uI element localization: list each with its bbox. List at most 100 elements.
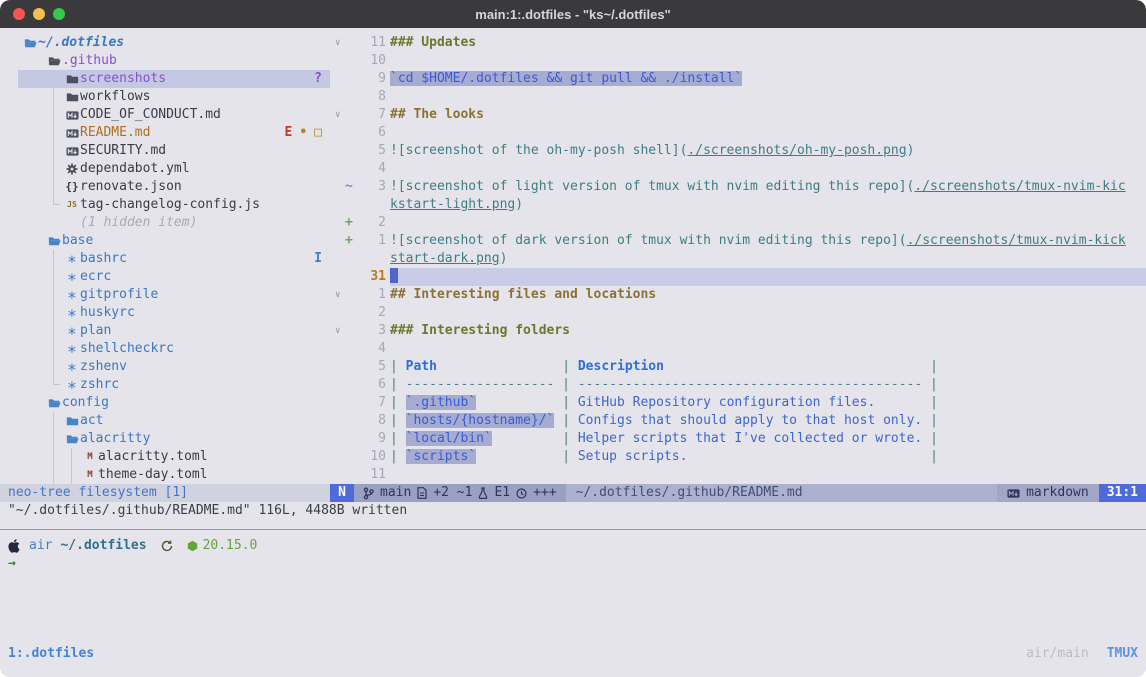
editor-line[interactable]: ∨7## The looks bbox=[330, 106, 1146, 124]
tree-item-plan[interactable]: *plan bbox=[0, 322, 330, 340]
syntax-segment: Configs that should apply to that host o… bbox=[578, 413, 922, 428]
markdown-link[interactable]: ./screenshots/tmux-nvim-kic bbox=[914, 179, 1125, 194]
tree-item-workflows[interactable]: workflows bbox=[0, 88, 330, 106]
tree-item-code-of-conduct.md[interactable]: CODE_OF_CONDUCT.md bbox=[0, 106, 330, 124]
editor-line[interactable]: ~3![screenshot of light version of tmux … bbox=[330, 178, 1146, 196]
editor-line[interactable]: 6 bbox=[330, 124, 1146, 142]
syntax-segment: Helper scripts that I've collected or wr… bbox=[578, 431, 922, 446]
tree-item-theme-day.toml[interactable]: Mtheme-day.toml bbox=[0, 466, 330, 484]
git-diff-counts: +2 ~1 bbox=[433, 484, 472, 502]
editor-line[interactable]: 7| `.github` | GitHub Repository configu… bbox=[330, 394, 1146, 412]
tree-item-.github[interactable]: .github bbox=[0, 52, 330, 70]
minimize-button[interactable] bbox=[33, 8, 45, 20]
tree-item-dependabot.yml[interactable]: dependabot.yml bbox=[0, 160, 330, 178]
cursor-position: 31:1 bbox=[1099, 484, 1146, 502]
tree-item-label: act bbox=[80, 412, 103, 430]
tree-item-act[interactable]: act bbox=[0, 412, 330, 430]
indent-guide bbox=[53, 412, 54, 484]
line-number: 7 bbox=[348, 106, 386, 124]
tree-item-screenshots[interactable]: screenshots? bbox=[0, 70, 330, 88]
tree-item-label: ecrc bbox=[80, 268, 111, 286]
fold-chevron-icon[interactable]: ∨ bbox=[335, 322, 340, 340]
tree-item-bashrc[interactable]: *bashrcI bbox=[0, 250, 330, 268]
command-line-message: "~/.dotfiles/.github/README.md" 116L, 44… bbox=[8, 502, 407, 520]
syntax-segment: | bbox=[562, 449, 578, 464]
close-button[interactable] bbox=[13, 8, 25, 20]
prompt-path: ~/.dotfiles bbox=[60, 537, 146, 555]
fold-chevron-icon[interactable]: ∨ bbox=[335, 106, 340, 124]
tree-item--.dotfiles[interactable]: ~/.dotfiles bbox=[0, 34, 330, 52]
syntax-segment: | bbox=[930, 449, 938, 464]
editor-line[interactable]: ∨1## Interesting files and locations bbox=[330, 286, 1146, 304]
tree-item-tag-changelog-config.js[interactable]: JStag-changelog-config.js bbox=[0, 196, 330, 214]
editor-line[interactable]: 10| `scripts` | Setup scripts. | bbox=[330, 448, 1146, 466]
editor-line-text: | `local/bin` | Helper scripts that I've… bbox=[390, 430, 1146, 448]
editor-line[interactable]: 4 bbox=[330, 340, 1146, 358]
line-number: 2 bbox=[348, 214, 386, 232]
line-number: 8 bbox=[348, 88, 386, 106]
tree-item-renovate.json[interactable]: {}renovate.json bbox=[0, 178, 330, 196]
editor-line[interactable]: 8 bbox=[330, 88, 1146, 106]
tree-item-alacritty[interactable]: alacritty bbox=[0, 430, 330, 448]
tree-item-security.md[interactable]: SECURITY.md bbox=[0, 142, 330, 160]
editor-line[interactable]: 8| `hosts/{hostname}/` | Configs that sh… bbox=[330, 412, 1146, 430]
fold-chevron-icon[interactable]: ∨ bbox=[335, 34, 340, 52]
tree-item-label: ~/.dotfiles bbox=[38, 34, 124, 52]
editor-line[interactable]: 10 bbox=[330, 52, 1146, 70]
editor-line[interactable]: 4 bbox=[330, 160, 1146, 178]
tree-item-alacritty.toml[interactable]: Malacritty.toml bbox=[0, 448, 330, 466]
markdown-link[interactable]: kstart-light.png bbox=[390, 197, 515, 212]
tree-item-label: screenshots bbox=[80, 70, 166, 88]
editor-line[interactable]: 11 bbox=[330, 466, 1146, 484]
zoom-button[interactable] bbox=[53, 8, 65, 20]
traffic-lights bbox=[13, 8, 65, 20]
editor-line-text bbox=[390, 52, 1146, 70]
syntax-segment: ### Updates bbox=[390, 35, 476, 50]
fold-chevron-icon[interactable]: ∨ bbox=[335, 286, 340, 304]
line-number: 6 bbox=[348, 124, 386, 142]
editor-line[interactable]: 31 bbox=[330, 268, 1146, 286]
title-bar[interactable]: main:1:.dotfiles - "ks~/.dotfiles" bbox=[0, 0, 1146, 28]
editor-line[interactable]: ∨3### Interesting folders bbox=[330, 322, 1146, 340]
tree-item-huskyrc[interactable]: *huskyrc bbox=[0, 304, 330, 322]
tree-item-config[interactable]: config bbox=[0, 394, 330, 412]
syntax-segment: | bbox=[390, 449, 406, 464]
braces-icon: {} bbox=[64, 179, 80, 195]
editor-line-text: | Path | Description | bbox=[390, 358, 1146, 376]
syntax-segment: ![screenshot of light version of tmux wi… bbox=[390, 179, 914, 194]
tree-item-zshenv[interactable]: *zshenv bbox=[0, 358, 330, 376]
tree-item-readme.md[interactable]: README.mdE•□ bbox=[0, 124, 330, 142]
markdown-link[interactable]: start-dark.png bbox=[390, 251, 500, 266]
syntax-segment: `.github` bbox=[406, 395, 476, 410]
tmux-pane-divider[interactable] bbox=[0, 529, 1146, 530]
editor-line[interactable]: 5![screenshot of the oh-my-posh shell](.… bbox=[330, 142, 1146, 160]
tmux-window-tab[interactable]: 1:.dotfiles bbox=[8, 645, 94, 663]
editor-line[interactable]: ∨11### Updates bbox=[330, 34, 1146, 52]
editor-line[interactable]: 5| Path | Description | bbox=[330, 358, 1146, 376]
tree-item--1-hidden-item-[interactable]: (1 hidden item) bbox=[0, 214, 330, 232]
editor-line[interactable]: 9`cd $HOME/.dotfiles && git pull && ./in… bbox=[330, 70, 1146, 88]
apple-icon bbox=[8, 539, 21, 553]
syntax-segment bbox=[922, 413, 930, 428]
editor-line[interactable]: 2 bbox=[330, 304, 1146, 322]
tree-item-ecrc[interactable]: *ecrc bbox=[0, 268, 330, 286]
tree-item-shellcheckrc[interactable]: *shellcheckrc bbox=[0, 340, 330, 358]
editor-line[interactable]: start-dark.png) bbox=[330, 250, 1146, 268]
editor-line[interactable]: 6| ------------------- | ---------------… bbox=[330, 376, 1146, 394]
prompt-arrow[interactable]: → bbox=[8, 555, 16, 573]
tree-item-zshrc[interactable]: *zshrc bbox=[0, 376, 330, 394]
tree-item-gitprofile[interactable]: *gitprofile bbox=[0, 286, 330, 304]
gear-icon bbox=[64, 161, 80, 177]
editor-line-text: | `scripts` | Setup scripts. | bbox=[390, 448, 1146, 466]
markdown-link[interactable]: ./screenshots/oh-my-posh.png bbox=[687, 143, 906, 158]
editor-line[interactable]: 9| `local/bin` | Helper scripts that I'v… bbox=[330, 430, 1146, 448]
markdown-link[interactable]: ./screenshots/tmux-nvim-kick bbox=[907, 233, 1126, 248]
editor-line[interactable]: kstart-light.png) bbox=[330, 196, 1146, 214]
editor-line[interactable]: +2 bbox=[330, 214, 1146, 232]
editor-buffer[interactable]: ∨11### Updates109`cd $HOME/.dotfiles && … bbox=[330, 34, 1146, 484]
tree-item-base[interactable]: base bbox=[0, 232, 330, 250]
line-number: 9 bbox=[348, 70, 386, 88]
editor-line[interactable]: +1![screenshot of dark version of tmux w… bbox=[330, 232, 1146, 250]
syntax-segment: | bbox=[562, 413, 578, 428]
indent-guide bbox=[53, 250, 54, 385]
